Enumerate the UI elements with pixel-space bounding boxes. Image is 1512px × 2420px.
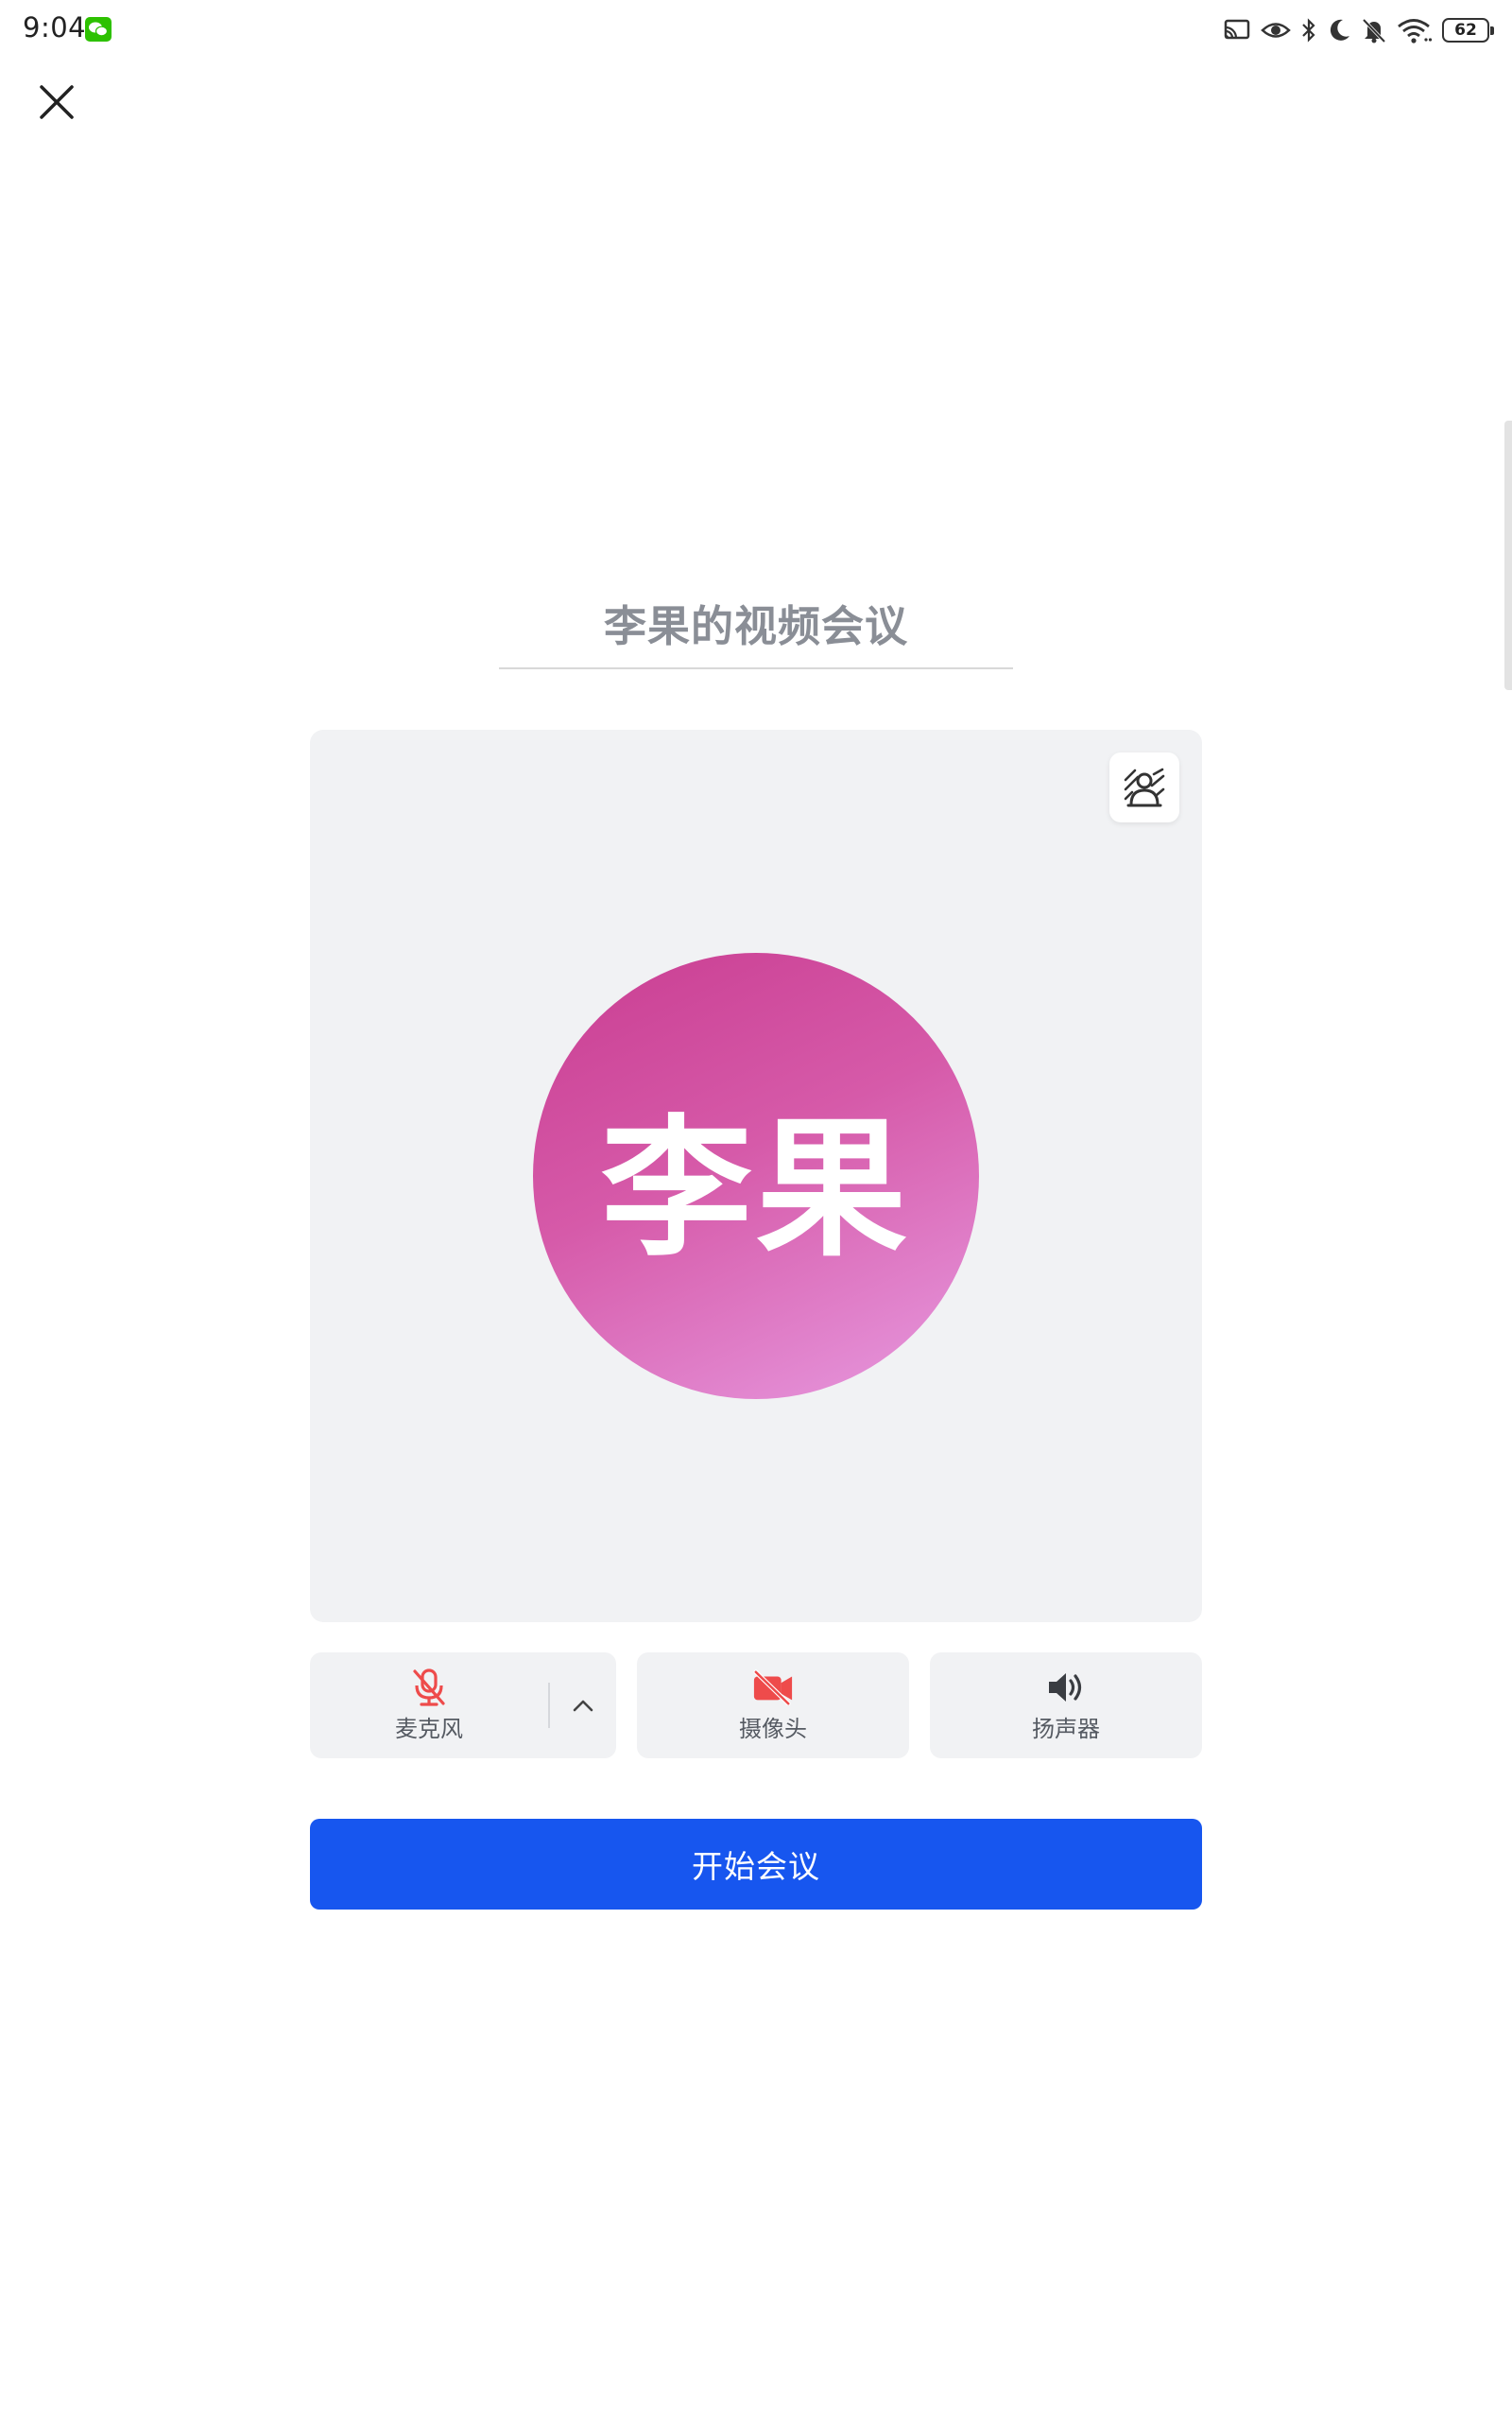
eye-icon: [1261, 18, 1291, 43]
microphone-toggle-button[interactable]: 麦克风: [310, 1652, 548, 1758]
status-icons: 62: [1223, 13, 1494, 47]
wifi-icon: [1397, 17, 1433, 43]
bluetooth-icon: [1300, 17, 1317, 43]
battery-icon: 62: [1442, 18, 1494, 43]
edge-scroll-handle[interactable]: [1504, 421, 1512, 690]
cast-icon: [1223, 18, 1251, 43]
mic-muted-icon: [408, 1668, 450, 1706]
meeting-title-field[interactable]: 李果的视频会议: [499, 577, 1013, 669]
camera-off-icon: [752, 1668, 794, 1706]
speaker-control: 扬声器: [930, 1652, 1202, 1758]
status-bar: 9:04 62: [0, 0, 1512, 60]
speaker-toggle-button[interactable]: 扬声器: [930, 1652, 1202, 1758]
camera-label: 摄像头: [739, 1715, 807, 1742]
virtual-background-button[interactable]: [1109, 752, 1179, 822]
speaker-icon: [1045, 1668, 1087, 1706]
virtual-background-icon: [1124, 768, 1165, 807]
speaker-label: 扬声器: [1032, 1715, 1100, 1742]
close-button[interactable]: [30, 76, 83, 129]
wechat-icon: [85, 17, 112, 42]
microphone-control: 麦克风: [310, 1652, 616, 1758]
status-time: 9:04: [23, 11, 87, 43]
camera-control: 摄像头: [637, 1652, 909, 1758]
video-preview: 李果: [310, 730, 1202, 1622]
moon-icon: [1327, 17, 1351, 43]
chevron-up-icon: [573, 1700, 593, 1712]
camera-toggle-button[interactable]: 摄像头: [637, 1652, 909, 1758]
meeting-title: 李果的视频会议: [603, 600, 908, 651]
close-icon: [40, 85, 74, 119]
avatar-initials: 李果: [600, 1100, 911, 1277]
start-meeting-button[interactable]: 开始会议: [310, 1819, 1202, 1910]
avatar: 李果: [533, 953, 979, 1399]
microphone-label: 麦克风: [395, 1715, 463, 1742]
microphone-options-button[interactable]: [550, 1652, 616, 1758]
mute-bell-icon: [1361, 17, 1387, 43]
